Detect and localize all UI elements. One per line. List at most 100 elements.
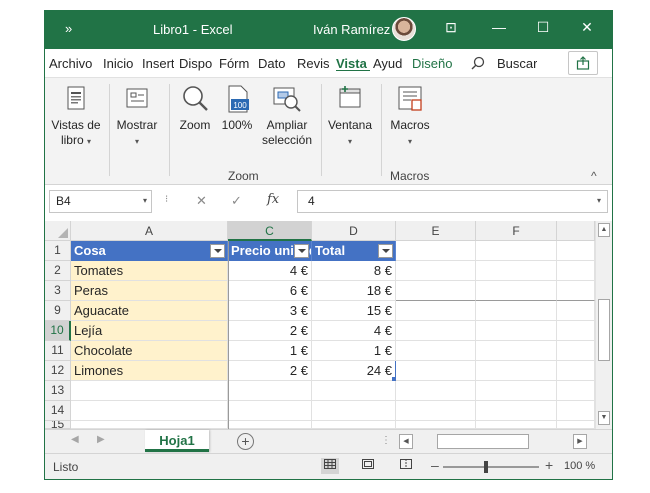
cell[interactable] (228, 401, 312, 421)
table-cell[interactable]: 15 € (312, 301, 396, 321)
table-cell[interactable]: 1 € (228, 341, 312, 361)
vistas-de-libro-button[interactable]: Vistas de libro ▾ (49, 84, 103, 149)
row-header[interactable]: 9 (45, 301, 71, 321)
scroll-up-button[interactable]: ▲ (598, 223, 610, 237)
horizontal-scroll-thumb[interactable] (437, 434, 529, 449)
table-cell[interactable]: 8 € (312, 261, 396, 281)
cell[interactable] (396, 361, 476, 381)
tab-insertar[interactable]: Insert (142, 56, 174, 71)
row-header[interactable]: 12 (45, 361, 71, 381)
vertical-scroll-thumb[interactable] (598, 299, 610, 361)
table-cell[interactable]: Aguacate (71, 301, 228, 321)
ribbon-display-options-button[interactable]: ⊡ (441, 19, 461, 36)
page-break-view-button[interactable] (397, 458, 415, 474)
insert-function-button[interactable]: fx (267, 192, 279, 207)
table-cell[interactable]: 3 € (228, 301, 312, 321)
table-cell[interactable]: 18 € (312, 281, 396, 301)
cell[interactable] (557, 261, 595, 281)
next-sheet-icon[interactable]: ▶ (97, 434, 105, 445)
cell[interactable] (228, 421, 312, 429)
cell[interactable] (557, 381, 595, 401)
tab-archivo[interactable]: Archivo (49, 56, 97, 71)
table-cell[interactable]: 2 € (228, 321, 312, 341)
table-cell[interactable]: Chocolate (71, 341, 228, 361)
column-header-d[interactable]: D (312, 221, 396, 241)
normal-view-button[interactable] (321, 458, 339, 474)
zoom-level[interactable]: 100 % (564, 460, 595, 472)
collapse-ribbon-button[interactable]: ^ (591, 169, 597, 183)
cell[interactable] (557, 281, 595, 301)
formula-input[interactable]: 4 ▾ (297, 190, 608, 213)
row-header[interactable]: 15 (45, 421, 71, 429)
zoom-slider[interactable] (443, 461, 539, 473)
cancel-icon[interactable]: ✕ (196, 193, 207, 209)
row-header[interactable]: 13 (45, 381, 71, 401)
zoom-100-button[interactable]: 100 100% (219, 84, 255, 133)
table-cell[interactable]: 4 € (312, 321, 396, 341)
cell[interactable] (557, 321, 595, 341)
cell[interactable] (557, 241, 595, 261)
sheet-tab-hoja1[interactable]: Hoja1 (145, 430, 209, 452)
table-cell[interactable]: Limones (71, 361, 228, 381)
user-avatar[interactable] (392, 17, 416, 41)
user-name[interactable]: Iván Ramírez (313, 22, 390, 37)
table-header-cell[interactable]: Total (312, 241, 396, 261)
scroll-left-button[interactable]: ◀ (399, 434, 413, 449)
tab-inicio[interactable]: Inicio (103, 56, 137, 71)
table-cell[interactable]: Lejía (71, 321, 228, 341)
cell[interactable] (396, 321, 476, 341)
tab-datos[interactable]: Dato (258, 56, 290, 71)
table-cell[interactable]: 24 € (312, 361, 396, 381)
row-header[interactable]: 2 (45, 261, 71, 281)
column-header-e[interactable]: E (396, 221, 476, 241)
cell[interactable] (396, 261, 476, 281)
macros-button[interactable]: Macros ▾ (385, 84, 435, 149)
cell[interactable] (396, 381, 476, 401)
cell[interactable] (396, 241, 476, 261)
cell[interactable] (476, 241, 557, 261)
name-box[interactable]: B4 ▾ (49, 190, 152, 213)
column-header-a[interactable]: A (71, 221, 228, 241)
scroll-right-button[interactable]: ▶ (573, 434, 587, 449)
filter-dropdown-icon[interactable] (210, 244, 225, 258)
mostrar-button[interactable]: Mostrar ▾ (113, 84, 161, 149)
column-header-g[interactable] (557, 221, 595, 241)
cell[interactable] (557, 421, 595, 429)
ventana-button[interactable]: Ventana ▾ (325, 84, 375, 149)
table-cell[interactable]: 2 € (228, 361, 312, 381)
horizontal-scrollbar[interactable]: ◀ ▶ (399, 434, 589, 450)
filter-dropdown-icon[interactable] (294, 244, 309, 258)
tab-formulas[interactable]: Fórm (219, 56, 253, 71)
cell[interactable] (396, 421, 476, 429)
zoom-button[interactable]: Zoom (175, 84, 215, 133)
row-header[interactable]: 14 (45, 401, 71, 421)
column-header-f[interactable]: F (476, 221, 557, 241)
formula-bar-grip[interactable]: ⁝ (165, 194, 168, 205)
enter-icon[interactable]: ✓ (231, 193, 242, 209)
cell[interactable] (228, 381, 312, 401)
zoom-out-button[interactable]: – (431, 457, 439, 473)
maximize-button[interactable]: ☐ (533, 19, 553, 36)
row-header[interactable]: 3 (45, 281, 71, 301)
cell[interactable] (71, 381, 228, 401)
tab-split-handle[interactable]: ⋮ (381, 435, 391, 446)
cell[interactable] (557, 361, 595, 381)
minimize-button[interactable]: — (489, 19, 509, 35)
tab-revisar[interactable]: Revis (297, 56, 331, 71)
row-header[interactable]: 11 (45, 341, 71, 361)
tab-diseno[interactable]: Diseño (412, 56, 456, 71)
cell[interactable] (476, 341, 557, 361)
cell[interactable] (396, 341, 476, 361)
page-layout-view-button[interactable] (359, 458, 377, 474)
cell[interactable] (71, 401, 228, 421)
cell[interactable] (476, 261, 557, 281)
table-header-cell[interactable]: Precio unidad (228, 241, 312, 261)
select-all-button[interactable] (45, 221, 71, 241)
table-cell[interactable]: 4 € (228, 261, 312, 281)
cell[interactable] (557, 301, 595, 321)
cell[interactable] (71, 421, 228, 429)
zoom-slider-knob[interactable] (484, 461, 489, 473)
tab-vista[interactable]: Vista (336, 56, 370, 71)
cell[interactable] (476, 381, 557, 401)
share-button[interactable] (568, 51, 598, 75)
